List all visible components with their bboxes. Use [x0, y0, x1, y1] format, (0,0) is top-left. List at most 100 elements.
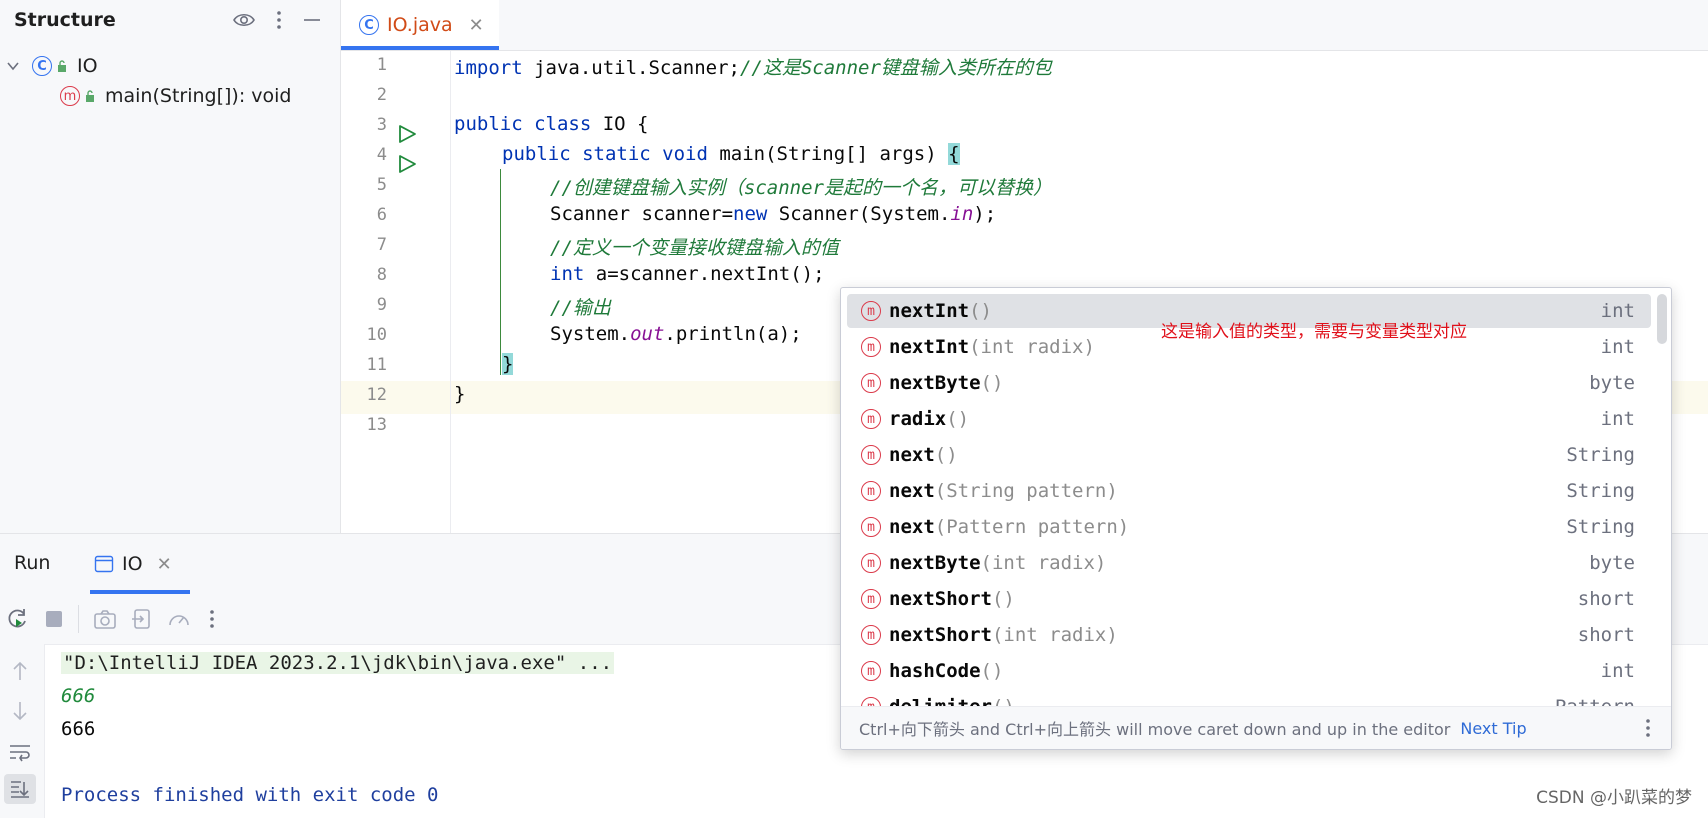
completion-item-return-type: int: [1600, 408, 1635, 430]
line-number: 6: [376, 205, 387, 225]
completion-item[interactable]: m hashCode() int: [847, 654, 1651, 688]
completion-item-params: (): [991, 588, 1015, 610]
run-gutter-icon[interactable]: [396, 123, 418, 145]
tab-io-java[interactable]: C IO.java ✕: [341, 0, 499, 50]
camera-icon[interactable]: [93, 608, 117, 630]
completion-item-params: (Pattern pattern): [934, 516, 1130, 538]
structure-panel: Structure C IO m main(String[]): void: [0, 0, 341, 533]
run-gutter-icon[interactable]: [396, 153, 418, 175]
completion-item-params: (): [992, 696, 1015, 706]
popup-footer: Ctrl+向下箭头 and Ctrl+向上箭头 will move caret …: [841, 706, 1671, 749]
active-tab-indicator: [341, 46, 499, 50]
completion-item-params: (int radix): [969, 336, 1095, 358]
stop-icon[interactable]: [44, 609, 64, 629]
line-number: 12: [366, 385, 387, 405]
completion-item[interactable]: m next() String: [847, 438, 1651, 472]
completion-item-name: nextShort: [889, 588, 992, 610]
code-line-4: public static void main(String[] args) {: [502, 143, 960, 165]
toolbar-separator: [78, 605, 79, 633]
completion-item-return-type: byte: [1589, 552, 1635, 574]
minimize-icon[interactable]: [302, 10, 322, 30]
method-icon: m: [861, 589, 881, 609]
completion-item[interactable]: m nextShort (int radix) short: [847, 618, 1651, 652]
method-icon: m: [861, 409, 881, 429]
tab-label: IO.java: [387, 14, 453, 36]
console-tab-icon: [94, 555, 114, 573]
completion-item-params: (): [969, 300, 992, 322]
line-number: 3: [376, 115, 387, 135]
completion-list[interactable]: m nextInt() int m nextInt (int radix) int m next…: [841, 288, 1671, 706]
method-icon: m: [861, 661, 881, 681]
completion-item-params: (String pattern): [934, 480, 1118, 502]
tree-item-main-method[interactable]: m main(String[]): void: [60, 85, 291, 107]
down-arrow-icon[interactable]: [10, 700, 30, 722]
method-icon: m: [861, 445, 881, 465]
completion-item-return-type: int: [1600, 300, 1635, 322]
up-arrow-icon[interactable]: [10, 660, 30, 682]
rerun-icon[interactable]: [4, 606, 30, 632]
chevron-down-icon[interactable]: [6, 59, 20, 73]
completion-item-return-type: String: [1566, 444, 1635, 466]
close-icon[interactable]: ✕: [157, 554, 172, 575]
class-icon: C: [32, 56, 52, 76]
eye-icon[interactable]: [232, 8, 256, 32]
completion-item-return-type: short: [1577, 624, 1635, 646]
run-title: Run: [14, 552, 51, 574]
tree-method-label: main(String[]): void: [105, 85, 292, 107]
tip-text: Ctrl+向下箭头 and Ctrl+向上箭头 will move caret …: [859, 720, 1451, 739]
lock-icon: [85, 90, 95, 102]
code-line-11: }: [502, 353, 514, 375]
console-user-input: 666: [61, 685, 96, 707]
line-number: 13: [366, 415, 387, 435]
completion-item-return-type: String: [1566, 480, 1635, 502]
method-icon: m: [861, 553, 881, 573]
completion-item[interactable]: m delimiter() Pattern: [847, 690, 1651, 706]
completion-item[interactable]: m nextByte (int radix) byte: [847, 546, 1651, 580]
line-number: 11: [366, 355, 387, 375]
code-line-7: //定义一个变量接收键盘输入的值: [550, 237, 839, 259]
editor-gutter: 1 2 3 4 5 6 7 8 9 10 11 12 13: [341, 51, 451, 533]
export-icon[interactable]: [131, 608, 153, 630]
completion-item[interactable]: m radix() int: [847, 402, 1651, 436]
more-vert-icon[interactable]: [276, 9, 282, 31]
completion-item-name: nextByte: [889, 372, 981, 394]
code-line-3: public class IO {: [454, 113, 649, 135]
completion-item[interactable]: m next (String pattern) String: [847, 474, 1651, 508]
line-number: 4: [376, 145, 387, 165]
method-icon: m: [861, 373, 881, 393]
scroll-end-icon[interactable]: [4, 774, 36, 804]
method-icon: m: [861, 481, 881, 501]
completion-item-name: radix: [889, 408, 947, 430]
completion-item-return-type: int: [1600, 660, 1635, 682]
console-command-line: "D:\IntelliJ IDEA 2023.2.1\jdk\bin\java.…: [61, 652, 615, 674]
close-icon[interactable]: ✕: [469, 15, 484, 36]
code-completion-popup[interactable]: m nextInt() int m nextInt (int radix) int m next…: [840, 287, 1672, 750]
annotation-text: 这是输入值的类型，需要与变量类型对应: [1161, 322, 1467, 342]
speed-icon[interactable]: [167, 608, 191, 630]
line-number: 8: [376, 265, 387, 285]
completion-item-name: nextShort: [889, 624, 992, 646]
next-tip-link[interactable]: Next Tip: [1460, 719, 1526, 738]
popup-scrollbar[interactable]: [1657, 294, 1667, 344]
soft-wrap-icon[interactable]: [8, 742, 32, 762]
method-icon: m: [861, 337, 881, 357]
code-line-5: //创建键盘输入实例（scanner是起的一个名，可以替换）: [550, 177, 1052, 199]
run-tab-io[interactable]: IO ✕: [90, 534, 190, 594]
more-vert-icon[interactable]: [209, 608, 215, 630]
editor-tab-bar: C IO.java ✕: [341, 0, 1708, 51]
more-vert-icon[interactable]: [1645, 717, 1651, 739]
completion-item-name: next: [889, 516, 935, 538]
tree-class-label: IO: [77, 55, 98, 77]
completion-item[interactable]: m nextByte() byte: [847, 366, 1651, 400]
completion-item-params: (): [980, 372, 1004, 394]
completion-item[interactable]: m nextShort() short: [847, 582, 1651, 616]
method-icon: m: [60, 86, 80, 106]
structure-title: Structure: [14, 9, 116, 31]
method-icon: m: [861, 625, 881, 645]
tree-item-io-class[interactable]: C IO: [6, 55, 98, 77]
line-number: 1: [376, 55, 387, 75]
code-line-1: import java.util.Scanner;//这是Scanner键盘输入…: [454, 57, 1052, 79]
completion-item-name: delimiter: [889, 696, 992, 706]
completion-item-return-type: Pattern: [1555, 696, 1635, 706]
completion-item[interactable]: m next (Pattern pattern) String: [847, 510, 1651, 544]
